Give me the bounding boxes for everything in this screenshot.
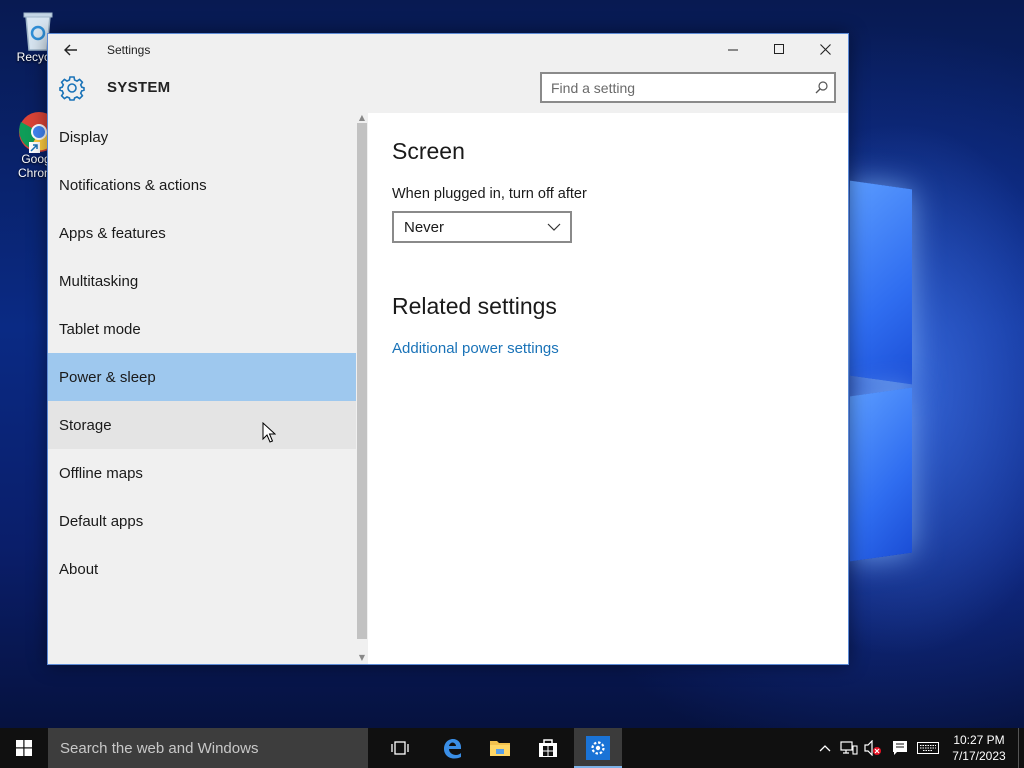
settings-window: Settings SYSTEM D xyxy=(47,33,849,665)
clock-date: 7/17/2023 xyxy=(952,749,1006,763)
file-explorer-button[interactable] xyxy=(476,728,524,768)
minimize-button[interactable] xyxy=(710,34,756,65)
sidebar-item-label: Power & sleep xyxy=(59,368,156,386)
find-setting-search[interactable] xyxy=(540,72,836,103)
sidebar-item-storage[interactable]: Storage xyxy=(48,401,356,449)
sidebar-item-label: Default apps xyxy=(59,512,144,530)
show-hidden-icons-button[interactable] xyxy=(813,728,837,768)
volume-button[interactable] xyxy=(861,728,885,768)
screen-heading: Screen xyxy=(392,138,465,164)
folder-icon xyxy=(490,741,510,756)
mouse-cursor-icon xyxy=(262,422,276,443)
sidebar-item-multitasking[interactable]: Multitasking xyxy=(48,257,356,305)
search-icon[interactable] xyxy=(808,74,834,101)
title-bar[interactable]: Settings xyxy=(48,34,848,65)
sidebar-item-label: Notifications & actions xyxy=(59,176,207,194)
sidebar-item-label: Multitasking xyxy=(59,272,139,290)
screen-timeout-dropdown[interactable]: Never xyxy=(392,211,572,243)
close-icon xyxy=(819,44,831,55)
edge-icon xyxy=(444,739,461,759)
chevron-up-icon xyxy=(819,745,831,752)
settings-header: SYSTEM xyxy=(48,65,848,113)
sidebar-item-power-sleep[interactable]: Power & sleep xyxy=(48,353,356,401)
wallpaper-logo-pane xyxy=(850,387,912,562)
section-title: SYSTEM xyxy=(107,79,171,96)
back-arrow-icon xyxy=(64,44,77,55)
maximize-icon xyxy=(773,44,784,54)
search-input[interactable] xyxy=(542,79,808,96)
sidebar-item-offline-maps[interactable]: Offline maps xyxy=(48,449,356,497)
settings-taskbar-button[interactable] xyxy=(574,728,622,768)
gear-icon xyxy=(59,76,85,101)
taskbar-search-box[interactable]: Search the web and Windows xyxy=(48,728,368,768)
sidebar-scrollbar[interactable]: ▲ ▼ xyxy=(356,113,368,664)
system-tray: 10:27 PM 7/17/2023 xyxy=(813,728,1024,768)
related-settings-heading: Related settings xyxy=(392,293,557,319)
sidebar-item-apps-features[interactable]: Apps & features xyxy=(48,209,356,257)
task-view-icon xyxy=(391,741,409,755)
chevron-down-icon xyxy=(547,223,561,231)
sidebar-item-tablet-mode[interactable]: Tablet mode xyxy=(48,305,356,353)
sidebar-item-about[interactable]: About xyxy=(48,545,356,593)
taskbar: Search the web and Windows 10:27 PM 7/17… xyxy=(0,728,1024,768)
back-button[interactable] xyxy=(48,34,94,65)
taskbar-clock[interactable]: 10:27 PM 7/17/2023 xyxy=(944,732,1014,764)
scroll-thumb[interactable] xyxy=(357,123,367,639)
task-view-button[interactable] xyxy=(376,728,424,768)
scroll-down-arrow-icon[interactable]: ▼ xyxy=(356,653,368,663)
store-button[interactable] xyxy=(524,728,572,768)
keyboard-button[interactable] xyxy=(912,728,944,768)
settings-gear-icon xyxy=(586,736,610,760)
sidebar-item-label: Tablet mode xyxy=(59,320,141,338)
clock-time: 10:27 PM xyxy=(953,733,1005,747)
taskbar-search-placeholder: Search the web and Windows xyxy=(60,739,259,757)
edge-button[interactable] xyxy=(428,728,476,768)
windows-logo-icon xyxy=(16,740,32,756)
additional-power-settings-link[interactable]: Additional power settings xyxy=(392,340,559,357)
window-title: Settings xyxy=(107,42,151,57)
network-icon xyxy=(840,741,858,755)
sidebar-item-label: About xyxy=(59,560,99,578)
content-pane: Screen When plugged in, turn off after N… xyxy=(368,113,848,664)
action-center-button[interactable] xyxy=(888,728,912,768)
sidebar-item-label: Display xyxy=(59,128,109,146)
network-button[interactable] xyxy=(837,728,861,768)
show-desktop-button[interactable] xyxy=(1018,728,1024,768)
maximize-button[interactable] xyxy=(756,34,802,65)
sidebar-item-default-apps[interactable]: Default apps xyxy=(48,497,356,545)
start-button[interactable] xyxy=(0,728,48,768)
dropdown-value: Never xyxy=(404,218,445,236)
sidebar-item-notifications[interactable]: Notifications & actions xyxy=(48,161,356,209)
keyboard-icon xyxy=(917,742,939,754)
plugged-in-label: When plugged in, turn off after xyxy=(392,186,587,202)
notification-icon xyxy=(893,741,907,755)
sidebar-nav: Display Notifications & actions Apps & f… xyxy=(48,113,356,664)
sidebar-item-display[interactable]: Display xyxy=(48,113,356,161)
volume-muted-icon xyxy=(864,740,881,756)
store-icon xyxy=(539,739,557,757)
sidebar-item-label: Offline maps xyxy=(59,464,143,482)
sidebar-item-label: Apps & features xyxy=(59,224,166,242)
sidebar-item-label: Storage xyxy=(59,416,112,434)
scroll-up-arrow-icon[interactable]: ▲ xyxy=(356,113,368,123)
close-button[interactable] xyxy=(802,34,848,65)
minimize-icon xyxy=(727,49,738,51)
wallpaper-logo-pane xyxy=(850,180,912,385)
